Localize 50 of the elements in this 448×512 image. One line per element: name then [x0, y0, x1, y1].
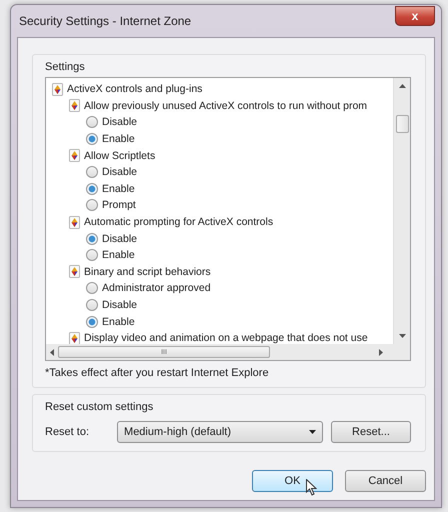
settings-icon: [69, 99, 80, 112]
setting-label: Allow Scriptlets: [84, 150, 156, 162]
radio-button[interactable]: [86, 182, 98, 195]
option-label[interactable]: Prompt: [102, 199, 136, 212]
reset-button[interactable]: Reset...: [331, 421, 411, 443]
option-label[interactable]: Enable: [102, 133, 135, 146]
option-label[interactable]: Disable: [102, 166, 138, 178]
option-label[interactable]: Enable: [102, 316, 135, 328]
group-label: Reset custom settings: [45, 401, 154, 413]
radio-button[interactable]: [86, 232, 98, 245]
radio-button[interactable]: [86, 249, 98, 262]
settings-icon: [69, 216, 80, 229]
ok-button[interactable]: OK: [252, 470, 333, 492]
radio-button[interactable]: [86, 199, 98, 212]
radio-button[interactable]: [86, 133, 98, 146]
window-title: Security Settings - Internet Zone: [18, 14, 192, 28]
close-button[interactable]: x: [395, 6, 435, 26]
settings-icon: [69, 149, 80, 162]
cancel-button[interactable]: Cancel: [345, 470, 426, 492]
scroll-up-icon[interactable]: [398, 84, 406, 88]
caret-icon: [309, 430, 316, 434]
settings-icon: [69, 265, 80, 278]
option-label[interactable]: Disable: [102, 299, 138, 312]
setting-label: ActiveX controls and plug-ins: [67, 83, 202, 96]
setting-label: Allow previously unused ActiveX controls to run without prom: [84, 100, 368, 112]
footnote-text: *Takes effect after you restart Internet Explore: [45, 367, 270, 379]
option-label[interactable]: Disable: [102, 232, 138, 245]
option-label[interactable]: Enable: [102, 182, 135, 195]
radio-button[interactable]: [86, 282, 98, 294]
radio-button[interactable]: [86, 316, 98, 328]
scroll-down-icon[interactable]: [398, 334, 406, 338]
group-label: Settings: [45, 61, 86, 73]
reset-to-label: Reset to:: [45, 426, 90, 438]
radio-button[interactable]: [86, 299, 98, 312]
option-label[interactable]: Administrator approved: [102, 282, 211, 294]
setting-label: Binary and script behaviors: [84, 266, 211, 278]
setting-label: Display video and animation on a webpage that does not use: [84, 332, 368, 344]
radio-button[interactable]: [86, 166, 98, 178]
option-label[interactable]: Disable: [102, 116, 138, 128]
scroll-thumb[interactable]: [396, 115, 408, 133]
option-label[interactable]: Enable: [102, 249, 135, 262]
radio-button[interactable]: [86, 116, 98, 128]
level-dropdown[interactable]: Medium-high (default): [117, 421, 324, 443]
mouse-cursor-icon: [306, 479, 317, 496]
vertical-scrollbar[interactable]: [393, 78, 410, 344]
settings-icon: [52, 82, 63, 96]
scroll-left-icon[interactable]: [50, 348, 54, 356]
setting-label: Automatic prompting for ActiveX controls: [84, 216, 274, 228]
scroll-right-icon[interactable]: [379, 348, 383, 356]
settings-icon: [69, 332, 80, 344]
